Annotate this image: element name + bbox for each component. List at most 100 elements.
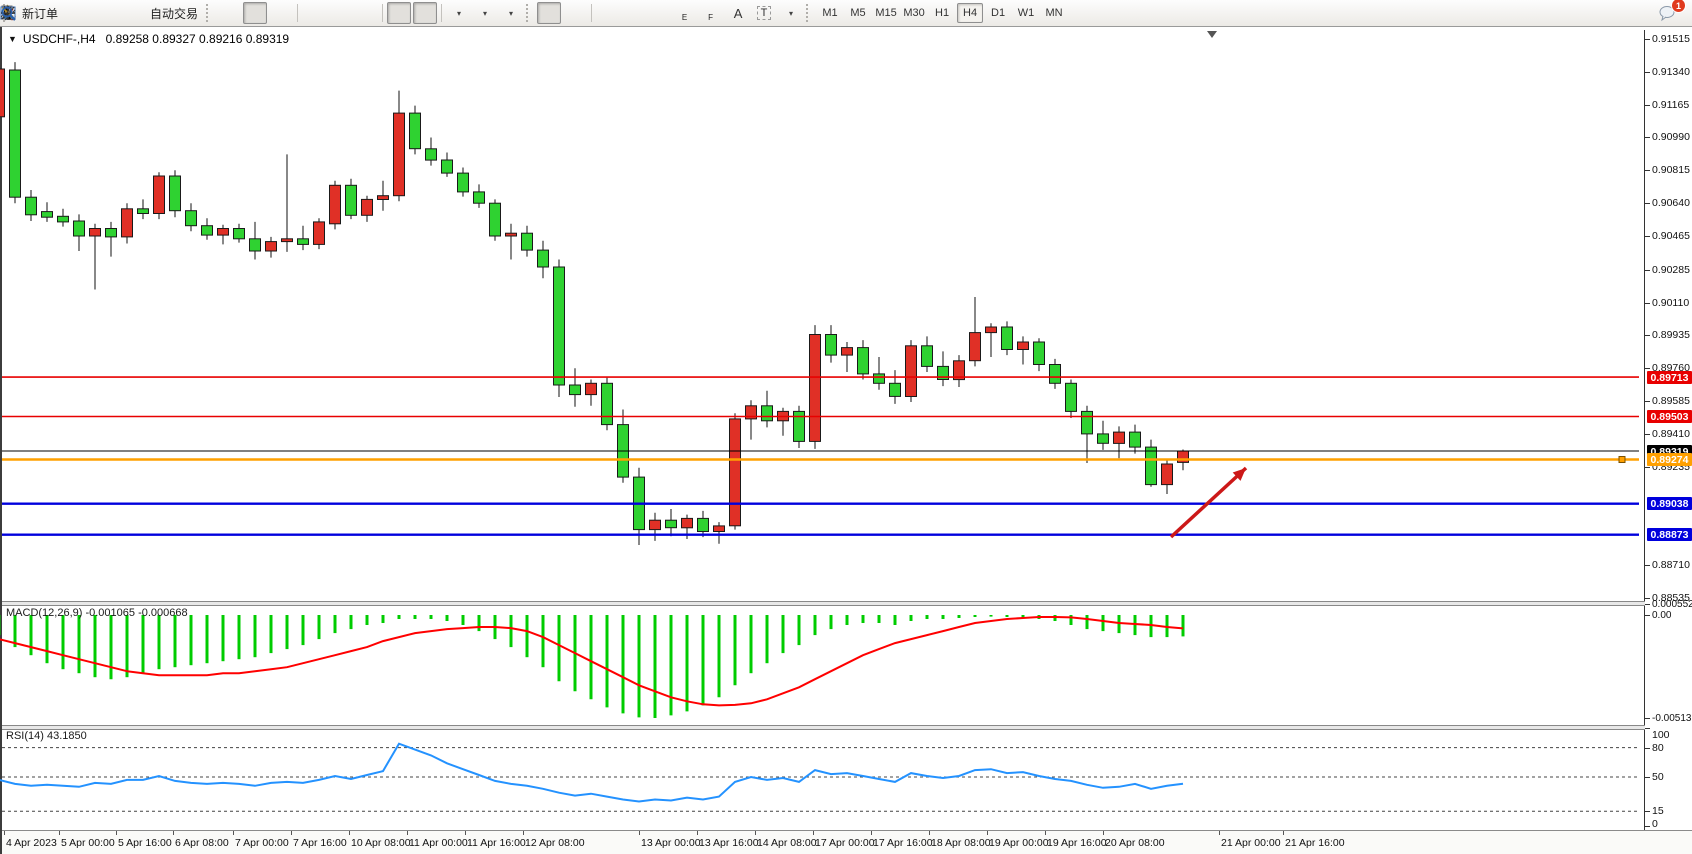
macd-pane[interactable] xyxy=(2,604,1645,725)
rsi-tick-label: 100 xyxy=(1652,729,1670,741)
rsi-tick xyxy=(1645,728,1650,729)
one-click-trading-toggle-icon[interactable]: ▼ xyxy=(8,34,17,44)
time-tick-label: 4 Apr 2023 xyxy=(6,837,57,849)
rsi-pane[interactable] xyxy=(2,728,1645,829)
rsi-tick-label: 0 xyxy=(1652,818,1658,830)
periods-button[interactable]: ▾ xyxy=(472,2,496,24)
price-tick xyxy=(1645,434,1650,435)
time-tick-label: 12 Apr 08:00 xyxy=(525,837,585,849)
time-tick xyxy=(349,831,350,835)
rsi-tick-label: 15 xyxy=(1652,805,1664,817)
toolbar-separator xyxy=(382,4,383,22)
new-order-label: 新订单 xyxy=(22,5,58,22)
notifications-button[interactable]: 1 xyxy=(1657,2,1681,24)
rsi-tick xyxy=(1645,811,1650,812)
time-tick-label: 14 Apr 08:00 xyxy=(757,837,817,849)
time-tick xyxy=(173,831,174,835)
candlestick-series xyxy=(0,62,1189,545)
vertical-line-tool-button[interactable] xyxy=(596,2,620,24)
time-tick-label: 7 Apr 16:00 xyxy=(293,837,347,849)
macd-tick-label: 0.000552 xyxy=(1652,599,1692,610)
line-chart-button[interactable] xyxy=(269,2,293,24)
price-line-label: 0.88873 xyxy=(1647,528,1692,541)
price-tick-label: 0.91515 xyxy=(1652,33,1690,45)
timeframe-button-W1[interactable]: W1 xyxy=(1013,3,1039,23)
horizontal-line-tool-button[interactable] xyxy=(622,2,646,24)
price-line-label: 0.89503 xyxy=(1647,410,1692,423)
chevron-down-icon: ▾ xyxy=(483,9,487,18)
auto-trading-button[interactable]: 自动交易 xyxy=(142,2,202,24)
cursor-tool-button[interactable] xyxy=(537,2,561,24)
chart-shift-marker-icon[interactable] xyxy=(1207,31,1217,38)
zoom-out-button[interactable] xyxy=(328,2,352,24)
search-button[interactable] xyxy=(1624,2,1648,24)
templates-button[interactable]: ▾ xyxy=(498,2,522,24)
price-tick xyxy=(1645,598,1650,599)
macd-tick-label: -0.00513 xyxy=(1652,713,1691,724)
crosshair-tool-button[interactable] xyxy=(563,2,587,24)
toolbar-grip xyxy=(206,4,213,22)
price-tick xyxy=(1645,335,1650,336)
fibonacci-tool-button[interactable]: F xyxy=(700,2,724,24)
rsi-tick-label: 50 xyxy=(1652,771,1664,783)
zoom-in-button[interactable] xyxy=(302,2,326,24)
price-tick-label: 0.90815 xyxy=(1652,164,1690,176)
toolbar-grip xyxy=(526,4,533,22)
rsi-tick xyxy=(1645,777,1650,778)
signal-button[interactable] xyxy=(116,2,140,24)
time-tick xyxy=(233,831,234,835)
price-tick xyxy=(1645,72,1650,73)
toolbar-separator xyxy=(591,4,592,22)
price-tick xyxy=(1645,105,1650,106)
indicators-button[interactable]: ▾ xyxy=(446,2,470,24)
tile-windows-button[interactable] xyxy=(354,2,378,24)
time-tick-label: 18 Apr 08:00 xyxy=(931,837,991,849)
price-tick xyxy=(1645,401,1650,402)
time-tick-label: 17 Apr 00:00 xyxy=(815,837,875,849)
timeframe-button-D1[interactable]: D1 xyxy=(985,3,1011,23)
time-tick-label: 5 Apr 16:00 xyxy=(118,837,172,849)
rsi-line xyxy=(0,744,1183,802)
time-tick xyxy=(1219,831,1220,835)
arrows-tool-button[interactable]: ▾ xyxy=(778,2,802,24)
price-axis[interactable]: 0.915150.913400.911650.909900.908150.906… xyxy=(1645,27,1692,830)
chart-shift-button[interactable] xyxy=(413,2,437,24)
time-tick-label: 10 Apr 08:00 xyxy=(351,837,411,849)
price-tick-label: 0.88710 xyxy=(1652,559,1690,571)
trendline-tool-button[interactable] xyxy=(648,2,672,24)
timeframe-button-H1[interactable]: H1 xyxy=(929,3,955,23)
channel-letter: E xyxy=(682,13,687,22)
time-axis[interactable]: 4 Apr 20235 Apr 00:005 Apr 16:006 Apr 08… xyxy=(2,830,1692,854)
text-tool-button[interactable]: A xyxy=(726,2,750,24)
time-tick xyxy=(59,831,60,835)
price-tick-label: 0.90465 xyxy=(1652,230,1690,242)
price-tick xyxy=(1645,203,1650,204)
candlestick-button[interactable] xyxy=(243,2,267,24)
new-order-button[interactable]: 新订单 xyxy=(14,2,62,24)
label-tool-button[interactable]: T xyxy=(752,2,776,24)
rsi-tick-label: 80 xyxy=(1652,742,1664,754)
channel-tool-button[interactable]: E xyxy=(674,2,698,24)
auto-scroll-button[interactable] xyxy=(387,2,411,24)
timeframe-button-H4[interactable]: H4 xyxy=(957,3,983,23)
text-icon: A xyxy=(734,6,743,21)
paint-bucket-button[interactable] xyxy=(64,2,88,24)
chart-window[interactable]: ▼ USDCHF-,H4 0.89258 0.89327 0.89216 0.8… xyxy=(0,27,1692,854)
timeframe-button-M5[interactable]: M5 xyxy=(845,3,871,23)
time-tick xyxy=(1283,831,1284,835)
profile-button[interactable] xyxy=(90,2,114,24)
chevron-down-icon: ▾ xyxy=(509,9,513,18)
timeframe-button-M30[interactable]: M30 xyxy=(901,3,927,23)
price-tick xyxy=(1645,137,1650,138)
label-icon: T xyxy=(757,6,772,20)
timeframe-button-M15[interactable]: M15 xyxy=(873,3,899,23)
time-tick-label: 13 Apr 00:00 xyxy=(641,837,701,849)
time-tick-label: 21 Apr 00:00 xyxy=(1221,837,1281,849)
timeframe-button-MN[interactable]: MN xyxy=(1041,3,1067,23)
price-tick xyxy=(1645,270,1650,271)
timeframe-button-M1[interactable]: M1 xyxy=(817,3,843,23)
bar-chart-button[interactable] xyxy=(217,2,241,24)
timeframe-group: M1M5M15M30H1H4D1W1MN xyxy=(816,3,1068,23)
time-tick xyxy=(116,831,117,835)
main-price-pane[interactable] xyxy=(2,30,1645,601)
